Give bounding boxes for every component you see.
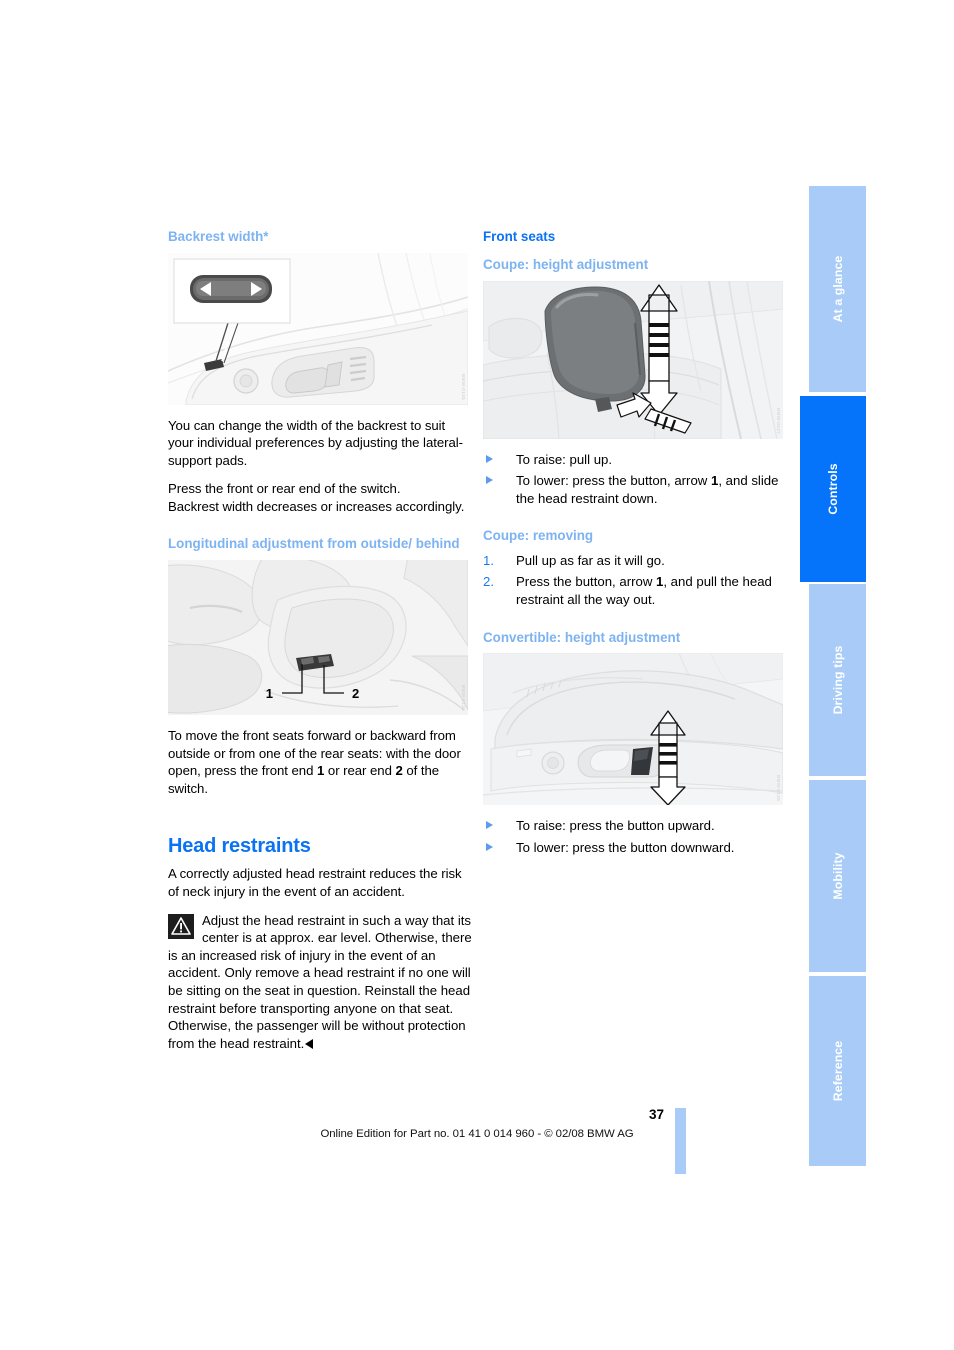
head-restraints-intro: A correctly adjusted head restraint redu… xyxy=(168,866,462,899)
triangle-bullet-icon xyxy=(486,821,493,830)
bullet-text-part-1: To lower: press the button, arrow xyxy=(516,473,711,489)
step-number: 2. xyxy=(483,574,494,590)
warning-text: Adjust the head restraint in such a way … xyxy=(168,912,472,1051)
figure-longitudinal-adjustment: 1 2 BMW-0136 xyxy=(168,559,468,715)
tab-label: At a glance xyxy=(830,255,845,323)
figure-reference-code: BMW-0137 xyxy=(776,408,781,435)
tab-label: Mobility xyxy=(830,852,845,900)
list-item: To raise: press the button upward. xyxy=(483,817,787,835)
page-number-accent-bar xyxy=(675,1108,686,1174)
tab-at-a-glance[interactable]: At a glance xyxy=(809,186,866,394)
tab-label: Controls xyxy=(826,463,840,515)
figure-backrest-width: BMW-0135 xyxy=(168,252,468,405)
backrest-paragraph-2-line2: Backrest width decreases or increases ac… xyxy=(168,498,465,514)
convertible-seat-switch-illustration xyxy=(483,653,783,806)
step-number: 1. xyxy=(483,552,494,568)
page-title-head-restraints: Head restraints xyxy=(168,835,311,858)
figure-reference-code: BMW-0138 xyxy=(776,774,781,802)
rear-seat-release-switch-illustration: 1 2 xyxy=(168,559,468,715)
step-text: Pull up as far as it will go. xyxy=(516,552,665,568)
triangle-bullet-icon xyxy=(486,842,493,851)
end-of-note-marker xyxy=(305,1038,314,1049)
triangle-bullet-icon xyxy=(486,476,493,485)
step-text-part-1: Press the button, arrow xyxy=(516,574,657,590)
tab-controls[interactable]: Controls xyxy=(800,396,866,582)
list-item: 2. Press the button, arrow 1, and pull t… xyxy=(483,573,787,608)
backrest-paragraph-2-line1: Press the front or rear end of the switc… xyxy=(168,481,401,497)
figure-callout-2: 2 xyxy=(352,686,359,701)
heading-coupe-height-adjustment: Coupe: height adjustment xyxy=(483,257,649,272)
page-number: 37 xyxy=(648,1107,664,1122)
figure-coupe-height-adjustment: BMW-0137 xyxy=(483,280,783,439)
footer-copyright: Online Edition for Part no. 01 41 0 014 … xyxy=(320,1128,634,1140)
bullet-text: To raise: press the button upward. xyxy=(516,818,715,834)
bullet-text: To lower: press the button downward. xyxy=(516,839,735,855)
coupe-head-restraint-height-illustration xyxy=(483,280,783,439)
right-text-column: Front seats Coupe: height adjustment BMW… xyxy=(483,228,787,860)
longitudinal-bold-2: 2 xyxy=(395,763,403,779)
heading-coupe-removing: Coupe: removing xyxy=(483,528,594,544)
tab-driving-tips[interactable]: Driving tips xyxy=(809,584,866,778)
longitudinal-text-part-2: or rear end xyxy=(324,763,396,779)
manual-page: Backrest width* BMW-0135 You can change … xyxy=(0,0,954,1350)
seat-switch-backrest-width-illustration xyxy=(168,252,468,405)
warning-triangle-icon xyxy=(168,913,194,939)
chapter-tab-rail: At a glance Controls Driving tips Mobili… xyxy=(800,186,866,1166)
heading-backrest-width: Backrest width* xyxy=(168,229,269,244)
tab-mobility[interactable]: Mobility xyxy=(809,780,866,974)
bullet-text: To raise: pull up. xyxy=(516,451,613,467)
triangle-bullet-icon xyxy=(486,454,493,463)
coupe-removing-steps: 1. Pull up as far as it will go. 2. Pres… xyxy=(483,552,787,609)
figure-callout-1: 1 xyxy=(266,686,273,701)
figure-reference-code: BMW-0135 xyxy=(461,374,466,401)
convertible-height-bullets: To raise: press the button upward. To lo… xyxy=(483,817,787,856)
heading-front-seats: Front seats xyxy=(483,229,556,244)
tab-label: Driving tips xyxy=(830,645,845,715)
tab-label: Reference xyxy=(830,1040,845,1102)
coupe-height-bullets: To raise: pull up. To lower: press the b… xyxy=(483,451,787,508)
list-item: 1. Pull up as far as it will go. xyxy=(483,552,787,570)
list-item: To raise: pull up. xyxy=(483,451,787,469)
backrest-paragraph-1: You can change the width of the backrest… xyxy=(168,417,463,468)
longitudinal-paragraph: To move the front seats forward or backw… xyxy=(168,727,472,797)
heading-convertible-height-adjustment: Convertible: height adjustment xyxy=(483,629,681,645)
figure-reference-code: BMW-0136 xyxy=(461,684,466,711)
figure-convertible-height-adjustment: BMW-0138 xyxy=(483,653,783,806)
left-text-column: Backrest width* BMW-0135 You can change … xyxy=(168,228,472,1052)
list-item: To lower: press the button downward. xyxy=(483,839,787,857)
heading-longitudinal-adjustment: Longitudinal adjustment from outside/ be… xyxy=(168,536,460,552)
list-item: To lower: press the button, arrow 1, and… xyxy=(483,472,787,507)
warning-note: Adjust the head restraint in such a way … xyxy=(168,912,472,1053)
